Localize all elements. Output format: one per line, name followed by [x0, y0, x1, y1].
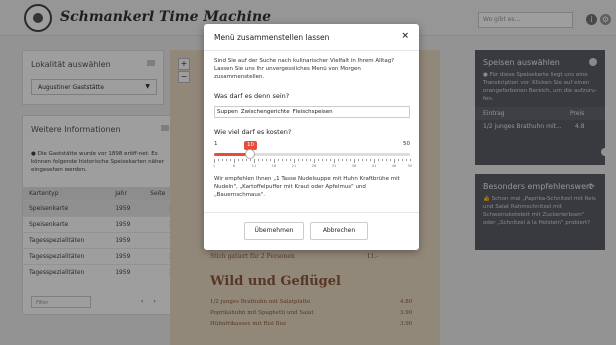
slider-tick — [214, 159, 215, 163]
slider-tick — [290, 159, 291, 161]
slider-tick — [246, 159, 247, 161]
slider-tick-label: 11 — [251, 164, 257, 168]
slider-tick — [390, 159, 391, 161]
tag-zwischengerichte[interactable]: Zwischengerichte — [241, 108, 290, 116]
slider-tick-label: 41 — [371, 164, 377, 168]
slider-tick-label: 31 — [331, 164, 337, 168]
slider-tick — [222, 159, 223, 161]
slider-tick — [238, 159, 239, 161]
cancel-button[interactable]: Abbrechen — [310, 222, 368, 240]
slider-tick — [398, 159, 399, 161]
slider-tick — [258, 159, 259, 161]
slider-handle[interactable] — [245, 149, 255, 159]
divider — [204, 50, 419, 51]
slider-tick — [226, 159, 227, 161]
slider-tick — [306, 159, 307, 161]
slider-max: 50 — [403, 141, 410, 147]
price-slider[interactable] — [214, 153, 410, 156]
slider-tick-label: 26 — [311, 164, 317, 168]
recommendation-text: Wir empfehlen Ihnen „1 Tasse Nudelsuppe … — [214, 176, 400, 198]
slider-tick — [230, 159, 231, 161]
slider-tick — [286, 159, 287, 161]
slider-tick — [334, 159, 335, 163]
dialog-intro: Sind Sie auf der Suche nach kulinarische… — [214, 58, 395, 80]
slider-min: 1 — [214, 141, 218, 147]
slider-tick — [394, 159, 395, 163]
slider-tick — [406, 159, 407, 161]
slider-tick-label: 36 — [351, 164, 357, 168]
slider-tick — [358, 159, 359, 161]
slider-tick — [402, 159, 403, 161]
slider-tick — [294, 159, 295, 163]
slider-tick — [266, 159, 267, 161]
slider-tick — [234, 159, 235, 163]
dish-type-input[interactable]: Suppen Zwischengerichte Fleischspeisen — [214, 106, 410, 118]
slider-tick — [410, 159, 411, 161]
slider-tick — [338, 159, 339, 161]
slider-tick-label: 21 — [291, 164, 297, 168]
tag-fleischspeisen[interactable]: Fleischspeisen — [293, 108, 333, 116]
slider-tick — [374, 159, 375, 163]
slider-tick — [242, 159, 243, 161]
slider-tick-label: 50 — [407, 164, 413, 168]
slider-tick — [342, 159, 343, 161]
slider-tick — [218, 159, 219, 161]
slider-tick — [362, 159, 363, 161]
slider-tick — [314, 159, 315, 163]
slider-tick — [378, 159, 379, 161]
slider-tick-label: 6 — [232, 164, 236, 168]
slider-tick — [370, 159, 371, 161]
slider-tick — [310, 159, 311, 161]
slider-tick — [302, 159, 303, 161]
slider-tick-label: 46 — [391, 164, 397, 168]
slider-tick — [262, 159, 263, 161]
dialog-title: Menü zusammenstellen lassen — [214, 33, 330, 42]
slider-tick — [326, 159, 327, 161]
slider-tick — [274, 159, 275, 163]
slider-ticks: 1 6 11 16 21 26 31 36 41 46 50 — [212, 159, 413, 169]
slider-tick — [330, 159, 331, 161]
slider-tick — [270, 159, 271, 161]
close-icon[interactable]: × — [401, 31, 409, 41]
price-label: Wie viel darf es kosten? — [214, 128, 292, 136]
slider-tick — [386, 159, 387, 161]
slider-tick — [322, 159, 323, 161]
slider-tick — [350, 159, 351, 161]
slider-tick — [346, 159, 347, 161]
apply-button[interactable]: Übernehmen — [244, 222, 304, 240]
slider-tick-label: 16 — [271, 164, 277, 168]
slider-tick — [354, 159, 355, 163]
slider-tick — [366, 159, 367, 161]
slider-tick — [282, 159, 283, 161]
slider-tick — [298, 159, 299, 161]
slider-tick — [278, 159, 279, 161]
slider-tick — [254, 159, 255, 163]
dish-type-label: Was darf es denn sein? — [214, 92, 290, 100]
divider — [204, 212, 419, 213]
compose-menu-dialog: Menü zusammenstellen lassen × Sind Sie a… — [204, 24, 419, 250]
tag-suppen[interactable]: Suppen — [217, 108, 238, 116]
slider-tick — [382, 159, 383, 161]
slider-tick-label: 1 — [212, 164, 216, 168]
slider-tick — [250, 159, 251, 161]
slider-tick — [318, 159, 319, 161]
